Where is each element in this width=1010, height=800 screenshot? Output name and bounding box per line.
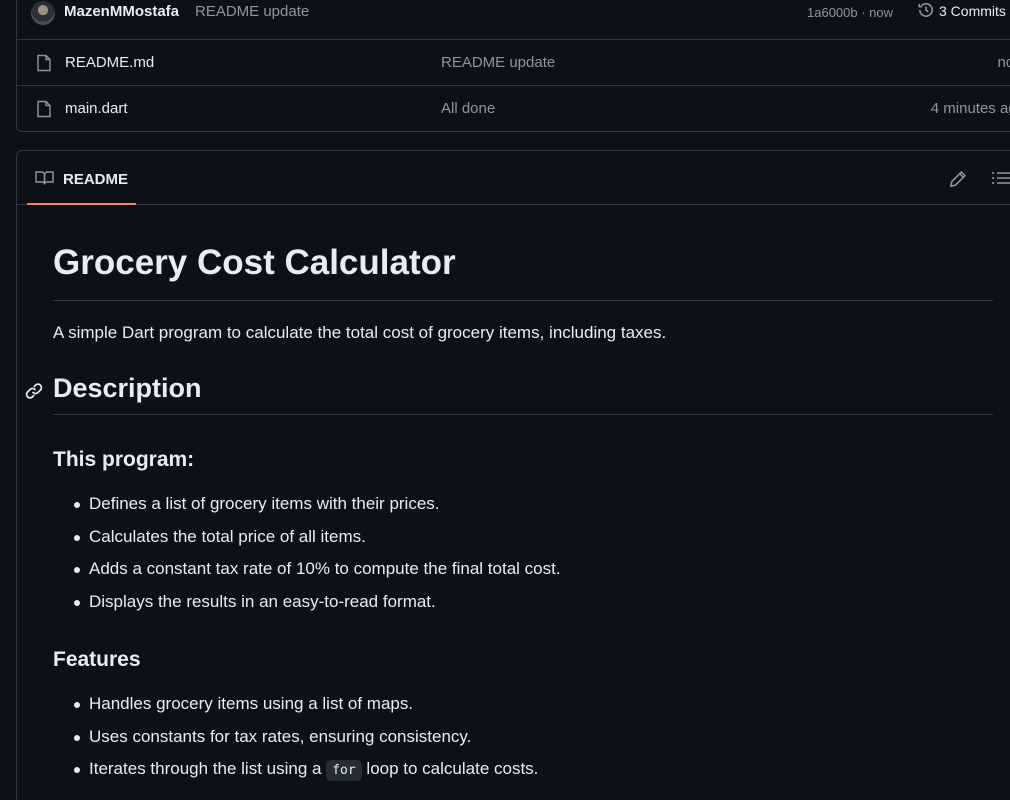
history-icon[interactable] bbox=[917, 1, 935, 19]
commit-author-link[interactable]: MazenMMostafa bbox=[64, 3, 179, 20]
avatar[interactable] bbox=[31, 1, 55, 25]
file-icon bbox=[36, 54, 52, 72]
file-listing: MazenMMostafa README update 1a6000b · no… bbox=[16, 0, 1010, 132]
file-commit-time: now bbox=[997, 54, 1010, 71]
latest-commit-bar: MazenMMostafa README update 1a6000b · no… bbox=[17, 0, 1010, 40]
file-icon bbox=[36, 100, 52, 118]
pencil-icon[interactable] bbox=[949, 170, 967, 188]
link-icon[interactable] bbox=[25, 382, 43, 400]
file-row[interactable]: README.md README update now bbox=[17, 40, 1010, 86]
file-commit-message[interactable]: All done bbox=[441, 100, 495, 117]
file-name-link[interactable]: README.md bbox=[65, 54, 154, 71]
section-heading-description: Description bbox=[53, 373, 993, 415]
commit-hash-time[interactable]: 1a6000b · now bbox=[807, 5, 893, 20]
list-item-text: Iterates through the list using a bbox=[89, 759, 327, 779]
list-item: Adds a constant tax rate of 10% to compu… bbox=[53, 558, 561, 591]
readme-panel: README Grocery Cost Calculator A simple … bbox=[16, 150, 1010, 800]
repo-page: MazenMMostafa README update 1a6000b · no… bbox=[0, 0, 1010, 800]
features-heading: Features bbox=[53, 648, 141, 671]
features-list: Handles grocery items using a list of ma… bbox=[53, 693, 538, 791]
book-icon bbox=[35, 170, 54, 186]
file-commit-message[interactable]: README update bbox=[441, 54, 555, 71]
file-commit-time: 4 minutes ago bbox=[930, 100, 1010, 117]
readme-tab-label: README bbox=[63, 171, 129, 188]
list-item: Uses constants for tax rates, ensuring c… bbox=[53, 726, 538, 759]
inline-code: for bbox=[326, 760, 362, 782]
program-heading: This program: bbox=[53, 448, 195, 471]
readme-intro: A simple Dart program to calculate the t… bbox=[53, 323, 667, 342]
list-item: Defines a list of grocery items with the… bbox=[53, 493, 561, 526]
tab-readme[interactable]: README bbox=[27, 151, 136, 205]
list-item: Iterates through the list using a for lo… bbox=[53, 758, 538, 791]
program-list: Defines a list of grocery items with the… bbox=[53, 493, 561, 624]
readme-title: Grocery Cost Calculator bbox=[53, 243, 993, 301]
file-name-link[interactable]: main.dart bbox=[65, 100, 128, 117]
file-row[interactable]: main.dart All done 4 minutes ago bbox=[17, 86, 1010, 132]
commits-link[interactable]: 3 Commits bbox=[939, 3, 1006, 19]
list-icon[interactable] bbox=[992, 170, 1010, 186]
readme-header: README bbox=[17, 151, 1010, 205]
list-item: Calculates the total price of all items. bbox=[53, 526, 561, 559]
list-item: Handles grocery items using a list of ma… bbox=[53, 693, 538, 726]
list-item: Displays the results in an easy-to-read … bbox=[53, 591, 561, 624]
commit-message-link[interactable]: README update bbox=[195, 3, 309, 20]
list-item-text: loop to calculate costs. bbox=[361, 759, 539, 779]
